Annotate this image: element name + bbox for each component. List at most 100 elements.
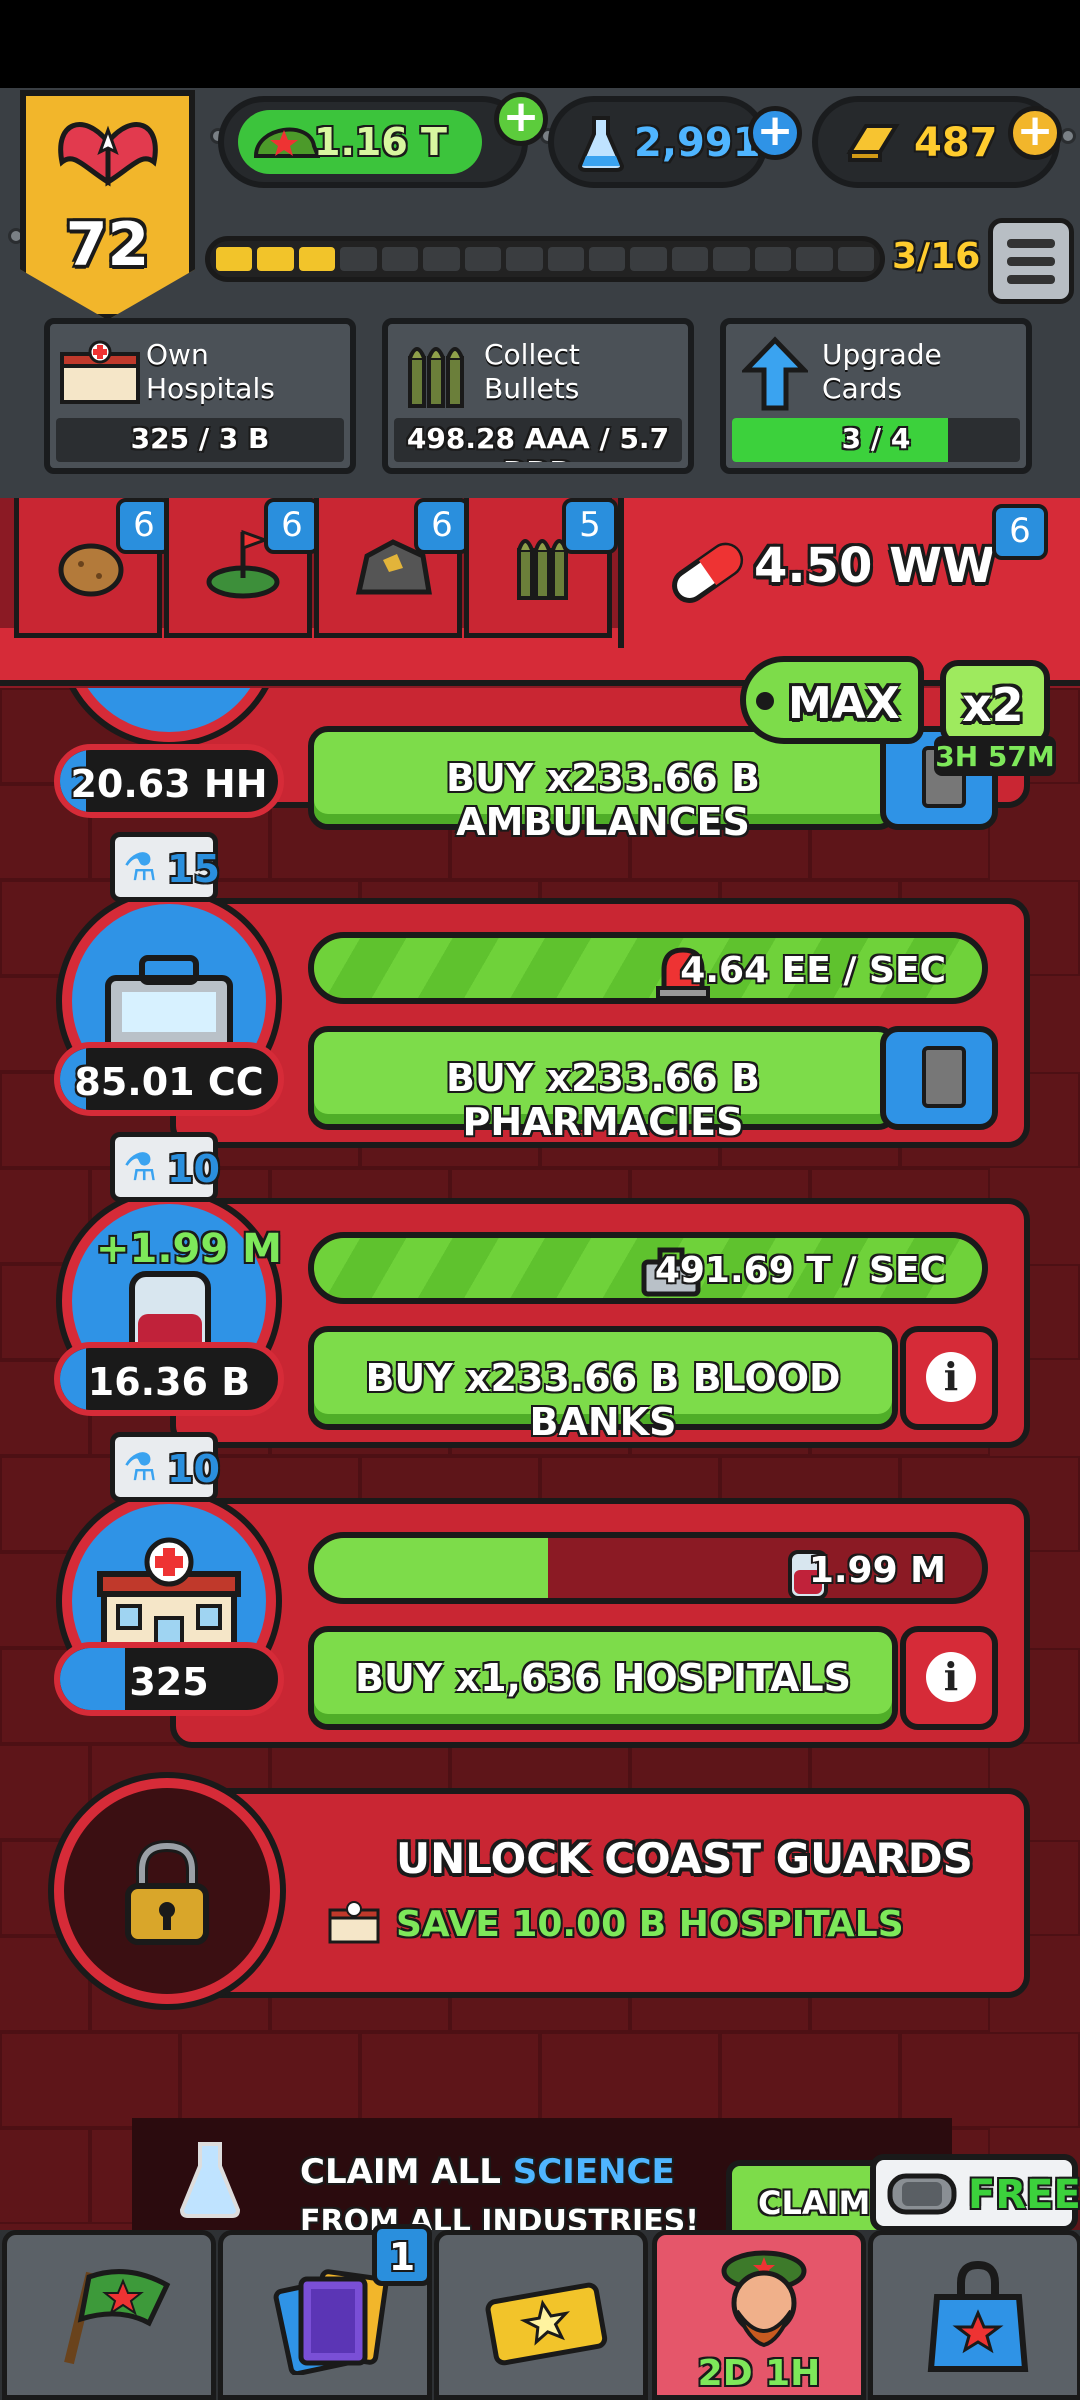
nav-map-button[interactable]	[2, 2230, 216, 2400]
progress-segment	[630, 247, 667, 271]
task-collect-bullets[interactable]: Collect Bullets 498.28 AAA / 5.7 DDD	[382, 318, 694, 474]
info-button[interactable]: i	[900, 1326, 998, 1430]
x2-boost-button[interactable]: x2	[940, 660, 1050, 746]
buy-label: BUY x233.66 B PHARMACIES	[446, 1056, 760, 1144]
buy-max-button[interactable]: MAX	[740, 656, 924, 744]
claim-text-a: CLAIM ALL	[300, 2152, 513, 2192]
flask-icon	[178, 2140, 242, 2220]
task-progress: 325 / 3 B	[56, 418, 344, 462]
progress-segment	[506, 247, 543, 271]
owned-count: 16.36 B	[54, 1342, 284, 1416]
locked-industry-circle	[54, 1778, 280, 2004]
production-rate: 1.99 M	[808, 1550, 946, 1591]
claim-button[interactable]: CLAIM	[726, 2160, 886, 2230]
star-ticket-icon	[483, 2277, 609, 2367]
level-badge[interactable]: 72	[20, 90, 195, 320]
owned-count-text: 325	[129, 1660, 209, 1704]
bottom-navigation: 1 2D 1H	[0, 2224, 1080, 2400]
nav-shop-button[interactable]	[868, 2230, 1080, 2400]
level-number: 72	[65, 210, 150, 280]
gold-value: 487	[914, 120, 998, 166]
science-reward: 10	[167, 1447, 220, 1491]
wall-brick	[900, 2032, 1080, 2128]
progress-segment	[754, 247, 792, 271]
nav-tickets-button[interactable]	[434, 2230, 648, 2400]
progress-segment	[796, 247, 833, 271]
upgrade-card-button[interactable]	[880, 1026, 998, 1130]
event-timer: 2D 1H	[697, 2353, 821, 2394]
task-title: Upgrade Cards	[822, 338, 942, 405]
buy-blood-banks-button[interactable]: BUY x233.66 B BLOOD BANKS	[308, 1326, 898, 1444]
tab-badge: 6	[264, 498, 320, 554]
science-reward: 10	[167, 1147, 220, 1191]
progress-segment	[216, 247, 253, 271]
cash-value: 1.16 T	[314, 120, 447, 164]
potato-icon	[55, 534, 125, 600]
info-button[interactable]: i	[900, 1626, 998, 1730]
add-gold-button[interactable]: +	[1008, 106, 1062, 160]
info-icon: i	[926, 1352, 976, 1402]
flask-icon	[576, 114, 626, 174]
unlock-coast-guards-panel[interactable]: UNLOCK COAST GUARDS SAVE 10.00 B HOSPITA…	[170, 1788, 1030, 1998]
claim-text: CLAIM ALL SCIENCE	[300, 2152, 675, 2192]
x2-label: x2	[962, 678, 1024, 732]
task-own-hospitals[interactable]: Own Hospitals 325 / 3 B	[44, 318, 356, 474]
unlock-title: UNLOCK COAST GUARDS	[396, 1834, 973, 1883]
progress-segments	[216, 247, 874, 271]
progress-segment	[298, 247, 336, 271]
hospital-icon	[58, 340, 142, 406]
science-counter[interactable]: 2,991	[548, 96, 768, 188]
nav-event-button[interactable]: 2D 1H	[652, 2230, 866, 2400]
progress-segment	[837, 247, 874, 271]
progress-segment	[423, 247, 460, 271]
production-bar: 491.69 T / SEC	[308, 1232, 988, 1304]
task-title: Own Hospitals	[146, 338, 275, 405]
tab-badge: 5	[562, 498, 618, 554]
info-icon: i	[926, 1652, 976, 1702]
wall-brick	[360, 2032, 540, 2128]
task-title: Collect Bullets	[484, 338, 580, 405]
level-progress-text: 3/16	[892, 236, 981, 277]
progress-segment	[340, 247, 377, 271]
progress-segment	[257, 247, 294, 271]
add-science-button[interactable]: +	[748, 106, 802, 160]
tab-badge: 6	[992, 504, 1048, 560]
flag-icon	[57, 2263, 177, 2373]
task-progress: 498.28 AAA / 5.7 DDD	[394, 418, 682, 462]
buy-pharmacies-button[interactable]: BUY x233.66 B PHARMACIES	[308, 1026, 898, 1144]
general-avatar-icon	[709, 2241, 819, 2351]
task-progress-text: 498.28 AAA / 5.7 DDD	[406, 422, 670, 462]
pill-icon	[662, 534, 752, 610]
menu-button[interactable]	[988, 218, 1074, 304]
task-progress-text: 325 / 3 B	[130, 422, 270, 455]
progress-segment	[713, 247, 750, 271]
cards-notification-badge: 1	[372, 2224, 432, 2286]
boost-timer-text: 3H 57M	[935, 740, 1055, 773]
owned-count-text: 85.01 CC	[74, 1060, 264, 1104]
buy-hospitals-button[interactable]: BUY x1,636 HOSPITALS	[308, 1626, 898, 1730]
shopping-bag-icon	[923, 2257, 1033, 2377]
progress-segment	[381, 247, 419, 271]
task-upgrade-cards[interactable]: Upgrade Cards 3 / 4	[720, 318, 1032, 474]
hospital-icon	[326, 1900, 382, 1944]
claim-text-science: SCIENCE	[512, 2152, 675, 2192]
add-cash-button[interactable]: +	[494, 92, 548, 146]
max-label: MAX	[788, 678, 900, 729]
free-offer-button[interactable]: FREE	[870, 2154, 1080, 2232]
ticket-icon	[886, 2168, 958, 2220]
wall-brick	[720, 2032, 900, 2128]
bullets-icon	[406, 338, 466, 410]
science-reward-badge: ⚗ 10	[110, 1432, 220, 1502]
winged-emblem-icon	[54, 112, 162, 202]
income-float-text: +1.99 M	[96, 1226, 282, 1272]
owned-count-text: 20.63 HH	[70, 762, 268, 806]
medical-income-value: 4.50 WW	[754, 538, 996, 594]
cash-counter[interactable]: 1.16 T	[218, 96, 528, 188]
progress-segment	[671, 247, 709, 271]
science-value: 2,991	[634, 120, 761, 166]
buy-label: BUY x1,636 HOSPITALS	[355, 1656, 851, 1700]
cards-badge-count: 1	[388, 2235, 416, 2279]
production-bar: 4.64 EE / SEC	[308, 932, 988, 1004]
science-reward-badge: ⚗ 10	[110, 1132, 220, 1202]
level-progress-bar	[205, 236, 885, 282]
